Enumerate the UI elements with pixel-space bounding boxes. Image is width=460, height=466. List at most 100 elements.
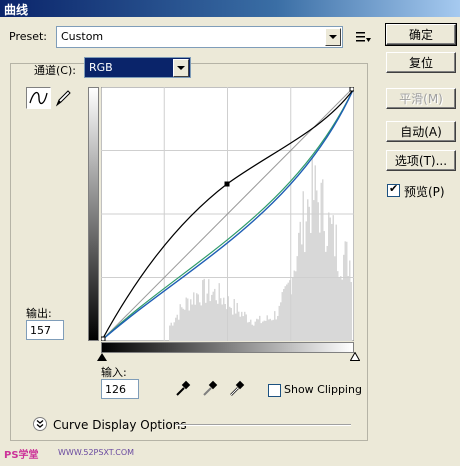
histogram-bar [250, 319, 252, 341]
histogram-bar [214, 288, 216, 341]
show-clipping-checkbox[interactable] [268, 384, 281, 397]
histogram-bar [305, 221, 307, 341]
histogram-bar [208, 279, 210, 341]
curve-endpoint-black[interactable] [101, 336, 106, 341]
output-label: 输出: [26, 307, 52, 320]
chevron-down-icon[interactable] [325, 28, 341, 46]
reset-button[interactable]: 复位 [386, 52, 456, 73]
expand-chevron-icon[interactable] [33, 417, 47, 431]
histogram-bar [262, 321, 264, 341]
histogram-bar [182, 308, 184, 341]
preset-menu-icon[interactable] [354, 29, 372, 45]
histogram-bar [326, 245, 328, 341]
histogram-bar [206, 293, 208, 341]
curve-endpoint-white[interactable] [349, 87, 354, 92]
histogram-bar [335, 224, 337, 341]
histogram-bar [230, 307, 232, 341]
histogram-bar [265, 320, 267, 341]
histogram-bar [268, 319, 270, 341]
options-button[interactable]: 选项(T)... [386, 150, 456, 171]
input-gradient-bar [101, 342, 354, 353]
black-eyedropper-icon[interactable] [174, 380, 192, 398]
curve-display-options-label[interactable]: Curve Display Options [53, 418, 187, 432]
histogram-bar [188, 310, 190, 341]
histogram-bar [175, 317, 177, 341]
channel-label: 通道(C): [34, 64, 76, 77]
histogram-bar [260, 323, 262, 341]
preview-label: 预览(P) [404, 185, 445, 199]
histogram-bar [314, 165, 316, 341]
chevron-down-icon[interactable] [173, 59, 189, 77]
preset-dropdown[interactable]: Custom [56, 26, 343, 48]
channel-value: RGB [89, 61, 113, 74]
smooth-button[interactable]: 平滑(M) [386, 88, 456, 109]
histogram-bar [266, 315, 268, 341]
histogram-bar [221, 304, 223, 341]
histogram-bar [316, 190, 318, 341]
histogram-bar [323, 231, 325, 341]
histogram-bar [343, 254, 345, 341]
histogram-bar [331, 223, 333, 341]
histogram-bar [212, 291, 214, 341]
histogram-bar [320, 182, 322, 341]
ok-button[interactable]: 确定 [385, 23, 457, 46]
histogram-bar [274, 311, 276, 341]
histogram-bar [280, 302, 282, 341]
output-field[interactable]: 157 [26, 320, 64, 340]
histogram-bar [224, 304, 226, 341]
preview-checkbox[interactable] [387, 182, 400, 197]
histogram-bar [199, 302, 201, 341]
curve-control-point[interactable] [224, 181, 230, 187]
options-divider [176, 424, 351, 426]
histogram-bar [281, 292, 283, 341]
histogram-bar [179, 304, 181, 341]
title-bar: 曲线 [0, 0, 460, 17]
histogram-bar [211, 294, 213, 341]
histogram-bar [239, 316, 241, 341]
gray-eyedropper-icon[interactable] [201, 380, 219, 398]
input-field[interactable]: 126 [101, 379, 139, 399]
histogram-bar [229, 306, 231, 341]
histogram-bar [284, 286, 286, 341]
show-clipping-label: Show Clipping [284, 383, 362, 396]
histogram-bar [299, 221, 301, 341]
histogram-bar [347, 276, 349, 341]
histogram-bar [293, 270, 295, 341]
histogram-bar [251, 324, 253, 341]
histogram-bar [317, 202, 319, 341]
histogram-bar [349, 260, 351, 341]
channel-dropdown[interactable]: RGB [84, 57, 191, 78]
histogram-bar [346, 241, 348, 341]
histogram-bar [209, 301, 211, 341]
histogram-bar [328, 212, 330, 341]
white-eyedropper-icon[interactable] [228, 380, 246, 398]
white-point-slider[interactable] [350, 352, 360, 361]
watermark-ps: PS学堂 [4, 450, 39, 461]
histogram-bar [278, 305, 280, 341]
black-point-slider[interactable] [97, 353, 107, 361]
histogram-bar [257, 319, 259, 341]
histogram-bar [181, 307, 183, 341]
pencil-tool-icon[interactable] [52, 87, 74, 109]
histogram-bar [191, 304, 193, 341]
histogram-bar [196, 293, 198, 341]
histogram-bar [232, 314, 234, 341]
histogram-bar [218, 283, 220, 341]
histogram-bar [272, 319, 274, 341]
histogram-bar [298, 232, 300, 341]
histogram-bar [203, 278, 205, 341]
histogram-bar [256, 318, 258, 341]
histogram-bar [241, 311, 243, 341]
auto-button[interactable]: 自动(A) [386, 121, 456, 142]
histogram-bar [202, 280, 204, 341]
histogram-bar [295, 271, 297, 341]
histogram-bar [190, 299, 192, 341]
curve-tool-button[interactable] [26, 87, 51, 109]
histogram-bar [245, 314, 247, 341]
curve-graph[interactable] [101, 87, 354, 341]
histogram-bar [269, 318, 271, 341]
histogram-bar [341, 279, 343, 341]
histogram-bar [233, 299, 235, 341]
histogram-bar [344, 241, 346, 341]
watermark-url: WWW.52PSXT.COM [58, 448, 135, 457]
